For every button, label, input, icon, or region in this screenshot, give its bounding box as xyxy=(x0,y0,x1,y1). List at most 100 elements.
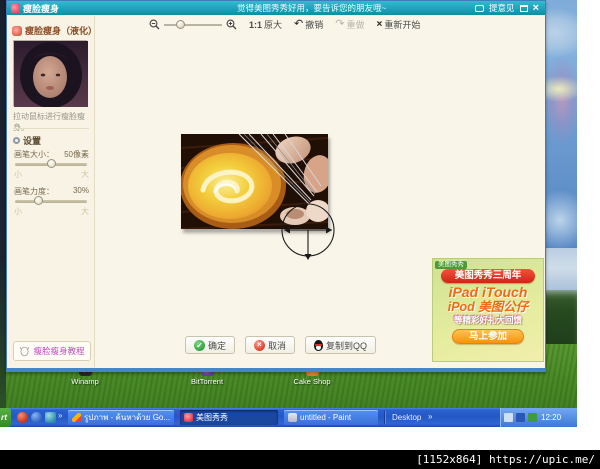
max-label: 大 xyxy=(81,170,89,179)
restart-button[interactable]: × 重新开始 xyxy=(377,18,421,31)
desktop-icon-label: Cake Shop xyxy=(293,377,331,386)
task-label: untitled - Paint xyxy=(300,413,352,422)
ad-brand-tag: 美图秀秀 xyxy=(435,261,467,269)
ad-prize-line2: iPod 美图公仔 xyxy=(447,300,529,314)
ad-prize-line1: iPad iTouch xyxy=(448,284,528,300)
max-label: 大 xyxy=(81,207,89,216)
brush-size-slider-thumb[interactable] xyxy=(47,159,57,168)
ad-banner: 美图秀秀三周年 xyxy=(441,269,535,283)
brush-size-slider[interactable] xyxy=(15,159,87,168)
task-label: รูปภาพ - ค้นหาด้วย Go... xyxy=(84,413,171,422)
tray-icon-2[interactable] xyxy=(516,413,525,422)
quick-launch-icon-2[interactable] xyxy=(31,412,42,423)
close-button[interactable]: × xyxy=(533,3,539,14)
undo-label: 撤销 xyxy=(305,20,324,30)
undo-icon: ↶ xyxy=(294,18,304,30)
ad-join-button[interactable]: 马上参加 xyxy=(452,329,524,344)
watermark-text: [1152x864] https://upic.me/ xyxy=(416,453,595,466)
brush-size-label: 画笔大小： xyxy=(14,150,54,159)
task-label: 美图秀秀 xyxy=(196,413,228,422)
screenshot-stage: Winamp BitTorrent Cake Shop 瘦脸瘦身 觉得美图秀秀好… xyxy=(0,0,600,469)
tool-instruction: 拉动鼠标进行瘦脸瘦身。 xyxy=(13,112,85,132)
taskbar-task-meitu[interactable]: 美图秀秀 xyxy=(180,410,278,425)
tool-header-label: 瘦脸瘦身（液化） xyxy=(25,26,98,36)
taskbar-separator xyxy=(384,411,386,424)
liquify-brush-cursor[interactable] xyxy=(277,202,339,264)
tool-sidebar: 瘦脸瘦身（液化） 拉动鼠标进行瘦脸瘦身。 设置 画笔大小： 50像素 小 大 画… xyxy=(8,16,97,368)
canvas-toolbar: 1:1 原大 ↶ 撤销 ↷ 重做 × 重新开始 xyxy=(149,17,420,32)
brush-strength-value: 30% xyxy=(72,186,89,195)
promo-ad[interactable]: 美图秀秀 美图秀秀三周年 iPad iTouch iPod 美图公仔 等精彩好礼… xyxy=(432,258,544,362)
actual-size-label: 原大 xyxy=(264,20,283,30)
app-icon xyxy=(11,3,20,13)
dialog-actions: ✓ 确定 × 取消 复制到QQ xyxy=(185,336,377,354)
undo-button[interactable]: ↶ 撤销 xyxy=(294,18,323,31)
quick-launch-overflow[interactable]: » xyxy=(58,411,62,420)
copy-to-qq-label: 复制到QQ xyxy=(326,340,368,351)
qq-penguin-icon xyxy=(314,339,324,351)
brush-strength-slider-thumb[interactable] xyxy=(33,196,43,205)
tray-icon-3[interactable] xyxy=(528,413,537,422)
brush-size-minmax: 小 大 xyxy=(14,169,89,180)
taskbar-clock: 12:20 xyxy=(541,413,562,422)
min-label: 小 xyxy=(14,170,22,179)
ad-prize-line3: 等精彩好礼大回馈 xyxy=(453,315,522,325)
settings-label: 设置 xyxy=(23,136,42,146)
taskbar: rt » รูปภาพ - ค้นหาด้วย Go... 美图秀秀 untit… xyxy=(0,408,577,427)
paint-icon xyxy=(288,413,297,422)
meitu-icon xyxy=(184,413,193,422)
watermark-bar: [1152x864] https://upic.me/ xyxy=(0,450,600,469)
ratio-label: 1:1 xyxy=(249,19,263,30)
taskbar-task-google-images[interactable]: รูปภาพ - ค้นหาด้วย Go... xyxy=(68,410,174,425)
zoom-in-icon[interactable] xyxy=(226,19,237,30)
start-button[interactable]: rt xyxy=(0,408,11,427)
desktop-screenshot: Winamp BitTorrent Cake Shop 瘦脸瘦身 觉得美图秀秀好… xyxy=(0,0,577,427)
settings-icon xyxy=(13,137,20,144)
ok-label: 确定 xyxy=(208,340,227,351)
cancel-label: 取消 xyxy=(268,340,287,351)
brush-strength-slider[interactable] xyxy=(15,196,87,205)
cancel-button[interactable]: × 取消 xyxy=(245,336,296,354)
system-tray: 12:20 xyxy=(500,408,577,427)
restart-icon: × xyxy=(376,19,383,30)
zoom-slider-thumb[interactable] xyxy=(176,19,185,29)
zoom-slider[interactable] xyxy=(164,19,222,29)
actual-size-button[interactable]: 1:1 原大 xyxy=(249,18,282,31)
divider xyxy=(13,128,89,129)
min-label: 小 xyxy=(14,207,22,216)
tool-header: 瘦脸瘦身（液化） xyxy=(12,24,97,37)
check-icon: ✓ xyxy=(194,339,205,351)
browser-icon xyxy=(72,413,81,422)
tutorial-button[interactable]: 瘦脸瘦身教程 xyxy=(13,341,91,361)
portrait-image xyxy=(14,41,88,108)
feedback-bubble-icon xyxy=(475,4,485,12)
quick-launch-icon-3[interactable] xyxy=(45,412,56,423)
taskbar-task-paint[interactable]: untitled - Paint xyxy=(284,410,378,425)
restart-label: 重新开始 xyxy=(384,20,421,30)
desktop-toolbar-overflow[interactable]: » xyxy=(428,412,432,421)
meitu-slim-window: 瘦脸瘦身 觉得美图秀秀好用，要告诉您的朋友哦~ 提意见 × 瘦脸瘦身（液化） 拉… xyxy=(6,0,546,372)
feedback-button[interactable]: 提意见 xyxy=(489,2,515,14)
brush-size-value: 50像素 xyxy=(64,150,89,159)
redo-button[interactable]: ↷ 重做 xyxy=(335,18,364,31)
window-title: 瘦脸瘦身 xyxy=(23,3,60,14)
ok-button[interactable]: ✓ 确定 xyxy=(185,336,236,354)
window-titlebar[interactable]: 瘦脸瘦身 觉得美图秀秀好用，要告诉您的朋友哦~ 提意见 × xyxy=(7,1,545,15)
redo-icon: ↷ xyxy=(335,18,345,30)
brush-strength-minmax: 小 大 xyxy=(14,206,89,217)
copy-to-qq-button[interactable]: 复制到QQ xyxy=(305,336,377,354)
settings-header: 设置 xyxy=(13,134,41,147)
tray-icon-1[interactable] xyxy=(504,413,513,422)
slim-face-icon xyxy=(12,25,22,36)
redo-label: 重做 xyxy=(346,20,365,30)
restore-button[interactable] xyxy=(519,4,528,12)
brush-strength-label: 画笔力度： xyxy=(14,187,54,196)
desktop-icon-label: BitTorrent xyxy=(190,377,224,386)
titlebar-message: 觉得美图秀秀好用，要告诉您的朋友哦~ xyxy=(237,3,387,13)
desktop-toolbar-label[interactable]: Desktop xyxy=(392,413,421,422)
zoom-out-icon[interactable] xyxy=(149,19,160,30)
tutorial-label: 瘦脸瘦身教程 xyxy=(33,346,85,356)
brush-strength-row: 画笔力度： 30% xyxy=(14,186,89,197)
face-doodle-icon xyxy=(20,346,30,357)
quick-launch-icon-1[interactable] xyxy=(17,412,28,423)
